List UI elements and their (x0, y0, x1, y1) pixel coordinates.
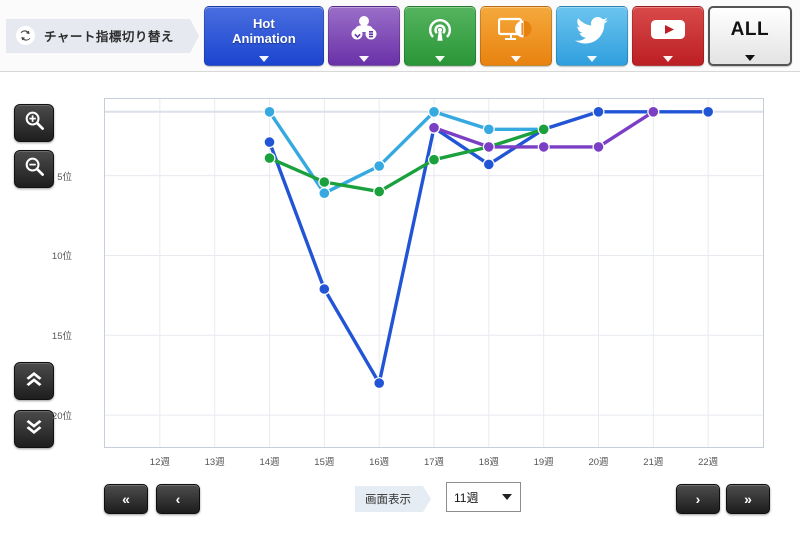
green-series (263, 123, 550, 198)
double-chevron-right-icon: » (744, 491, 752, 507)
first-page-button[interactable]: « (104, 484, 148, 514)
refresh-swap-icon (16, 26, 35, 45)
chart-page: チャート指標切り替え Hot Animation ALL 5位 10位 15位 … (0, 0, 800, 540)
last-page-button[interactable]: » (726, 484, 770, 514)
y-axis-tick-label: 15位 (51, 331, 72, 343)
category-button-hot-animation[interactable]: Hot Animation (203, 5, 324, 66)
category-button-twitter[interactable] (555, 5, 628, 66)
x-axis-tick-label: 19週 (533, 457, 554, 468)
broadcast-icon (425, 15, 455, 50)
category-button-group: Hot Animation ALL (203, 5, 792, 66)
chevron-down-icon (586, 55, 597, 62)
category-button-broadcast[interactable] (403, 5, 476, 66)
chevron-left-icon: ‹ (175, 491, 181, 507)
chevron-down-icon (502, 494, 512, 500)
prev-page-button[interactable]: ‹ (156, 484, 200, 514)
top-toolbar: チャート指標切り替え Hot Animation ALL (0, 0, 800, 72)
y-axis-tick-label: 5位 (57, 171, 72, 183)
display-range-select[interactable]: 11週 (446, 482, 521, 512)
next-page-button[interactable]: › (676, 484, 720, 514)
chevron-down-icon (358, 55, 369, 62)
all-button-label: ALL (730, 19, 770, 41)
category-button-community[interactable] (327, 5, 400, 66)
x-axis-tick-label: 13週 (204, 457, 225, 468)
x-axis-tick-label: 20週 (588, 457, 609, 468)
youtube-play-icon (650, 18, 686, 47)
twitter-bird-icon (574, 15, 610, 50)
category-button-all[interactable]: ALL (707, 5, 792, 66)
double-chevron-left-icon: « (122, 491, 130, 507)
hot-animation-label-line1: Hot (253, 16, 275, 32)
display-range-value: 11週 (454, 490, 479, 505)
x-axis-tick-label: 14週 (259, 457, 280, 468)
category-button-youtube[interactable] (631, 5, 704, 66)
x-axis-tick-label: 17週 (423, 457, 445, 468)
chart-plot-area (104, 98, 764, 448)
chart-metric-switch-label: チャート指標切り替え (6, 18, 199, 53)
chevron-down-icon (434, 55, 445, 62)
tv-monitor-icon (497, 16, 534, 49)
y-axis-tick-label: 20位 (51, 411, 72, 423)
chevron-down-icon (662, 55, 673, 62)
hot-animation-label-line2: Animation (232, 30, 296, 46)
display-range-label: 画面表示 (355, 486, 431, 512)
chevron-down-icon (510, 55, 521, 62)
y-axis-tick-label: 10位 (51, 251, 72, 263)
chart-footer: « ‹ 画面表示 11週 › » (0, 468, 800, 540)
toolbar-label-text: チャート指標切り替え (44, 30, 174, 44)
y-axis-labels: 5位 10位 15位 20位 (0, 98, 100, 448)
x-axis-tick-label: 21週 (643, 457, 664, 468)
category-button-tv[interactable] (479, 5, 552, 66)
x-axis-tick-label: 22週 (698, 457, 719, 468)
plot-frame (104, 98, 764, 448)
x-axis-tick-label: 15週 (314, 457, 335, 468)
x-axis-tick-label: 18週 (478, 457, 499, 468)
hot-animation-label: Hot Animation (232, 17, 296, 53)
x-axis-tick-label: 12週 (149, 457, 170, 468)
display-range-label-text: 画面表示 (365, 494, 411, 506)
chevron-down-icon (744, 54, 755, 61)
people-icon (347, 15, 381, 50)
x-axis-tick-label: 16週 (369, 457, 390, 468)
rank-line-chart (105, 99, 763, 447)
chevron-down-icon (258, 55, 269, 62)
chevron-right-icon: › (695, 491, 701, 507)
